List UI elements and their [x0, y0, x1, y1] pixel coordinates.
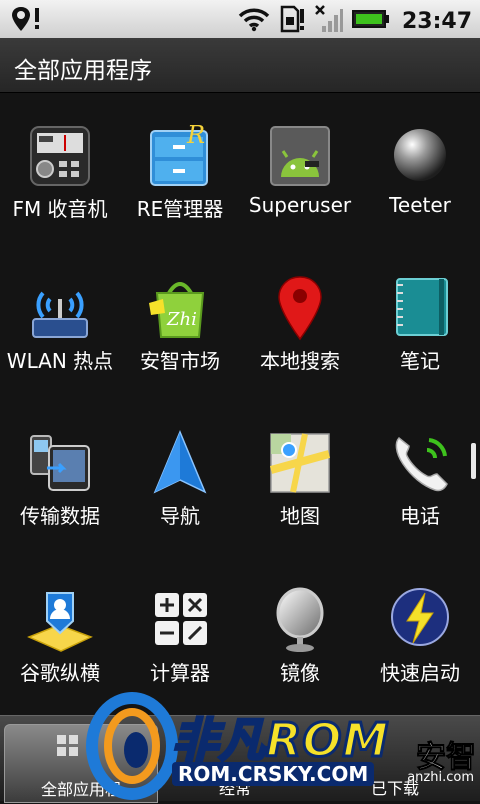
battery-icon	[351, 8, 390, 34]
clock: 23:47	[401, 8, 472, 34]
status-bar: 23:47	[0, 0, 480, 38]
app-label: 计算器	[150, 661, 210, 685]
watermark-url: ROM.CRSKY.COM	[172, 762, 375, 786]
superuser-icon	[265, 121, 335, 191]
app-fm-radio[interactable]: FM 收音机	[0, 121, 120, 222]
quick-launch-icon	[385, 585, 455, 655]
app-label: RE管理器	[136, 197, 224, 221]
anzhi-watermark: 安智 anzhi.com	[398, 732, 476, 794]
fm-radio-icon	[25, 121, 95, 191]
navigation-icon	[145, 428, 215, 498]
svg-text:Zhi: Zhi	[166, 309, 197, 330]
no-signal-icon	[314, 4, 344, 38]
app-label: 导航	[160, 504, 200, 528]
sd-card-icon	[278, 5, 306, 37]
maps-icon	[265, 428, 335, 498]
phone-icon	[385, 428, 455, 498]
app-label: WLAN 热点	[6, 349, 114, 373]
app-wlan-hotspot[interactable]: WLAN 热点	[0, 273, 120, 374]
local-search-icon	[265, 273, 335, 343]
app-mirror[interactable]: 镜像	[240, 585, 360, 686]
transfer-data-icon	[25, 428, 95, 498]
wlan-hotspot-icon	[25, 273, 95, 343]
app-label: Superuser	[248, 193, 352, 217]
app-grid: FM 收音机 R RE管理器 Superuser Teeter WLAN 热点 …	[0, 93, 480, 713]
teeter-icon	[385, 121, 455, 191]
app-calculator[interactable]: 计算器	[120, 585, 240, 686]
grid-icon	[57, 735, 79, 757]
page-title: 全部应用程序	[14, 58, 152, 84]
app-re-manager[interactable]: R RE管理器	[120, 121, 240, 222]
app-label: Teeter	[389, 193, 451, 217]
app-label: 谷歌纵横	[20, 661, 100, 685]
anzhi-market-icon: Zhi	[145, 273, 215, 343]
app-label: 笔记	[400, 349, 440, 373]
app-label: 传输数据	[20, 504, 100, 528]
brand-rom: ROM	[264, 712, 390, 769]
notes-icon	[385, 273, 455, 343]
anzhi-url: anzhi.com	[407, 770, 474, 785]
app-maps[interactable]: 地图	[240, 428, 360, 529]
latitude-icon	[25, 585, 95, 655]
app-navigation[interactable]: 导航	[120, 428, 240, 529]
app-quick-launch[interactable]: 快速启动	[360, 585, 480, 686]
crsky-logo	[80, 690, 180, 800]
app-superuser[interactable]: Superuser	[240, 121, 360, 217]
app-local-search[interactable]: 本地搜索	[240, 273, 360, 374]
svg-text:R: R	[186, 121, 205, 149]
app-transfer-data[interactable]: 传输数据	[0, 428, 120, 529]
app-label: 镜像	[280, 661, 320, 685]
scrollbar[interactable]	[471, 443, 476, 479]
app-label: 快速启动	[380, 661, 460, 685]
app-label: FM 收音机	[12, 197, 108, 221]
app-label: 电话	[400, 504, 440, 528]
title-bar: 全部应用程序	[0, 38, 480, 93]
app-notes[interactable]: 笔记	[360, 273, 480, 374]
app-label: 安智市场	[140, 349, 220, 373]
app-teeter[interactable]: Teeter	[360, 121, 480, 217]
app-label: 地图	[280, 504, 320, 528]
app-phone[interactable]: 电话	[360, 428, 480, 529]
brand-cn: 非凡	[171, 712, 267, 769]
mirror-icon	[265, 585, 335, 655]
wifi-icon	[238, 6, 270, 36]
calculator-icon	[145, 585, 215, 655]
app-label: 本地搜索	[260, 349, 340, 373]
app-latitude[interactable]: 谷歌纵横	[0, 585, 120, 686]
watermark-brand: 非凡ROM	[171, 704, 390, 770]
re-manager-icon: R	[145, 121, 215, 191]
app-anzhi-market[interactable]: Zhi 安智市场	[120, 273, 240, 374]
location-pin-icon	[10, 5, 44, 37]
